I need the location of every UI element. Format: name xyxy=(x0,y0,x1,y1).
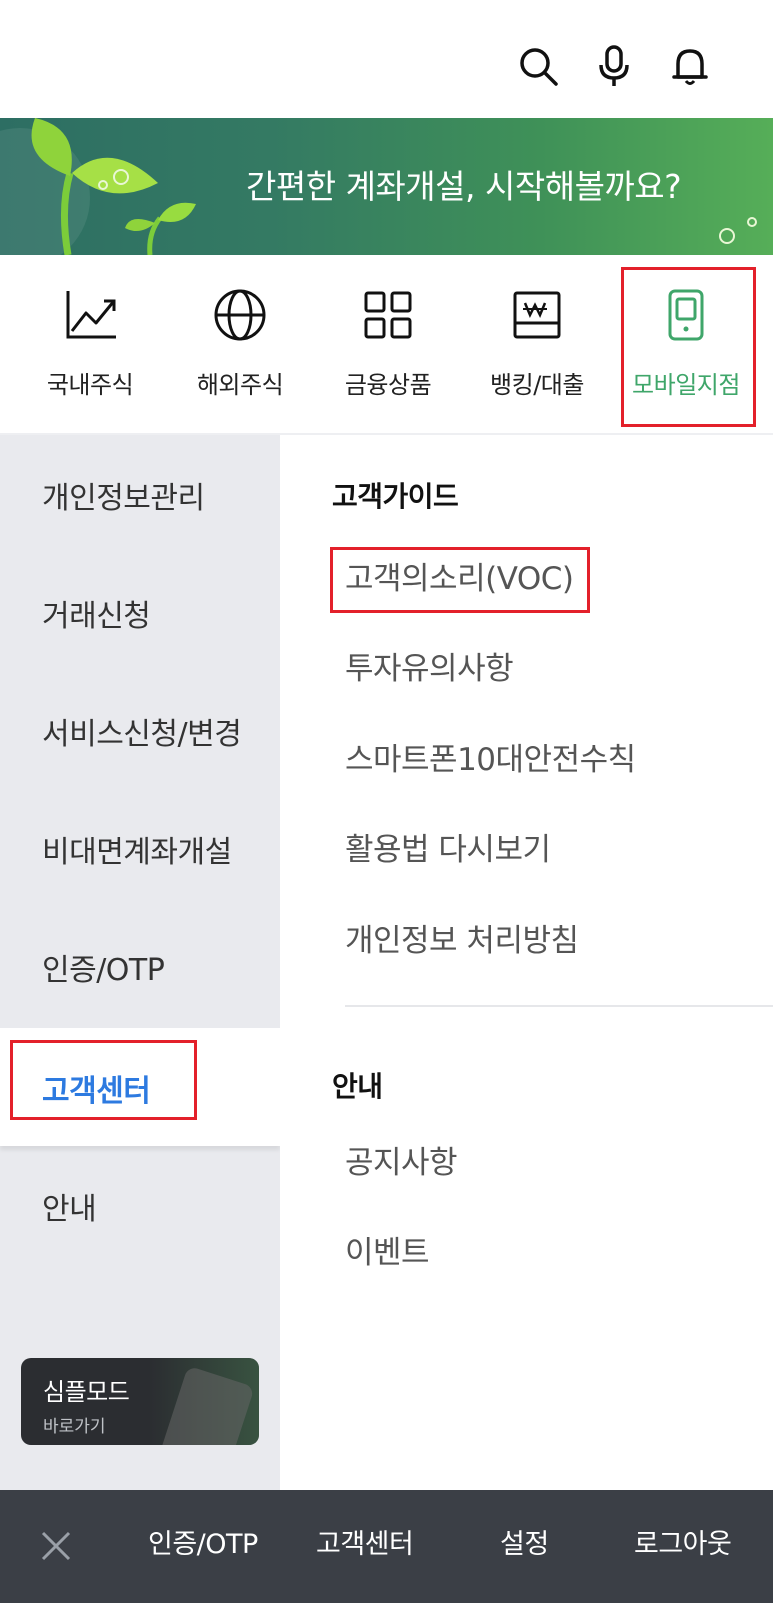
sidebar-item-label: 서비스신청/변경 xyxy=(42,717,242,752)
chart-up-icon xyxy=(66,291,116,339)
sidebar-item-online-account[interactable]: 비대면계좌개설 xyxy=(0,789,280,907)
sidebar-item-transaction-request[interactable]: 거래신청 xyxy=(0,553,280,671)
bell-icon[interactable] xyxy=(666,42,714,90)
section-title-customer-guide: 고객가이드 xyxy=(332,480,459,513)
bottom-item-settings[interactable]: 설정 xyxy=(500,1522,549,1561)
won-bill-icon xyxy=(513,291,561,339)
bottom-item-logout[interactable]: 로그아웃 xyxy=(634,1522,732,1561)
microphone-icon[interactable] xyxy=(590,42,638,90)
category-row: 국내주식 해외주식 금융상품 뱅킹/대출 모바일지점 xyxy=(0,255,773,435)
category-label: 국내주식 xyxy=(46,371,134,399)
grid-icon xyxy=(364,291,412,339)
section-divider xyxy=(345,1005,773,1007)
link-notices[interactable]: 공지사항 xyxy=(345,1137,458,1182)
bottom-item-auth-otp[interactable]: 인증/OTP xyxy=(148,1522,258,1561)
sidebar-item-label: 거래신청 xyxy=(42,599,151,634)
sidebar-item-auth-otp[interactable]: 인증/OTP xyxy=(0,907,280,1025)
sidebar-item-info[interactable]: 안내 xyxy=(0,1146,280,1264)
category-label: 금융상품 xyxy=(344,371,432,399)
sidebar: 개인정보관리 거래신청 서비스신청/변경 비대면계좌개설 인증/OTP 고객센터… xyxy=(0,435,280,1490)
category-label: 뱅킹/대출 xyxy=(490,371,584,399)
category-label: 해외주식 xyxy=(196,371,284,399)
category-financial-products[interactable]: 금융상품 xyxy=(313,255,463,435)
sidebar-item-label: 개인정보관리 xyxy=(42,481,205,516)
link-privacy-policy[interactable]: 개인정보 처리방침 xyxy=(345,915,579,960)
category-domestic-stocks[interactable]: 국내주식 xyxy=(15,255,165,435)
bottom-bar: 인증/OTP 고객센터 설정 로그아웃 xyxy=(0,1490,773,1603)
link-investment-notice[interactable]: 투자유의사항 xyxy=(345,643,514,688)
banner-text: 간편한 계좌개설, 시작해볼까요? xyxy=(246,167,682,206)
top-bar xyxy=(0,0,773,118)
simple-mode-subtitle: 바로가기 xyxy=(43,1417,106,1437)
close-icon[interactable] xyxy=(38,1528,74,1564)
sidebar-item-service-request[interactable]: 서비스신청/변경 xyxy=(0,671,280,789)
simple-mode-title: 심플모드 xyxy=(43,1378,130,1406)
search-icon[interactable] xyxy=(514,42,562,90)
link-usage-guide[interactable]: 활용법 다시보기 xyxy=(345,824,551,869)
simple-mode-button[interactable]: 심플모드 바로가기 xyxy=(21,1358,259,1445)
category-banking-loans[interactable]: 뱅킹/대출 xyxy=(462,255,612,435)
highlight-box xyxy=(330,547,590,613)
link-events[interactable]: 이벤트 xyxy=(345,1227,430,1272)
category-overseas-stocks[interactable]: 해외주식 xyxy=(165,255,315,435)
sidebar-item-label: 안내 xyxy=(42,1192,97,1227)
highlight-box xyxy=(621,267,756,427)
highlight-box xyxy=(10,1040,197,1120)
account-opening-banner[interactable]: 간편한 계좌개설, 시작해볼까요? xyxy=(0,118,773,255)
sidebar-item-label: 비대면계좌개설 xyxy=(42,835,232,870)
globe-icon xyxy=(214,289,266,341)
bottom-item-customer-center[interactable]: 고객센터 xyxy=(316,1522,414,1561)
sidebar-item-personal-info[interactable]: 개인정보관리 xyxy=(0,435,280,553)
link-smartphone-safety[interactable]: 스마트폰10대안전수칙 xyxy=(345,734,636,779)
sidebar-item-label: 인증/OTP xyxy=(42,953,165,988)
section-title-info: 안내 xyxy=(332,1070,383,1103)
